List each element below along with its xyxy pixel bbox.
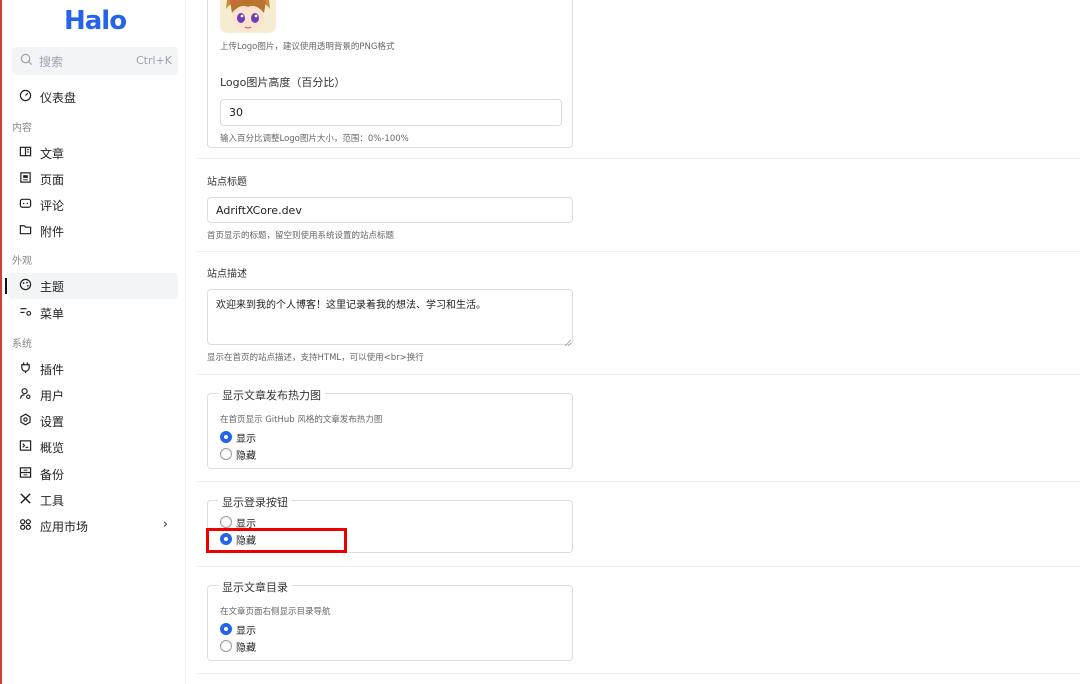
gear-icon	[18, 413, 32, 427]
menu-settings-icon	[18, 305, 32, 319]
archive-icon	[18, 466, 32, 480]
sidebar-item-label: 插件	[40, 363, 65, 377]
logo-settings-card: 上传Logo图片，建议使用透明背景的PNG格式 Logo图片高度（百分比） 30…	[207, 0, 573, 148]
comment-icon	[18, 197, 32, 211]
sidebar-item-dashboard[interactable]: 仪表盘	[8, 84, 178, 110]
site-desc-label: 站点描述	[207, 269, 247, 280]
search-box[interactable]: 搜索 Ctrl+K	[12, 47, 178, 75]
heatmap-fieldset: 显示文章发布热力图 在首页显示 GitHub 风格的文章发布热力图 显示 隐藏	[207, 387, 573, 469]
divider	[197, 566, 1080, 567]
radio-unchecked-icon[interactable]	[220, 640, 232, 652]
sidebar-item-settings[interactable]: 设置	[8, 408, 178, 434]
radio-label: 显示	[236, 434, 256, 445]
radio-unchecked-icon[interactable]	[220, 448, 232, 460]
site-title-input[interactable]: AdriftXCore.dev	[207, 197, 573, 223]
group-label-content: 内容	[12, 123, 32, 134]
toc-help: 在文章页面右侧显示目录导航	[220, 607, 331, 617]
logo-preview-image[interactable]	[220, 0, 276, 33]
sidebar-item-backup[interactable]: 备份	[8, 461, 178, 487]
chevron-right-icon: ›	[162, 517, 168, 532]
page-icon	[18, 171, 32, 185]
sidebar-item-pages[interactable]: 页面	[8, 166, 178, 192]
folder-icon	[18, 223, 32, 237]
gauge-icon	[18, 89, 32, 103]
theme-settings-form: 上传Logo图片，建议使用透明背景的PNG格式 Logo图片高度（百分比） 30…	[197, 0, 1080, 684]
site-desc-textarea[interactable]: 欢迎来到我的个人博客！这里记录着我的想法、学习和生活。	[207, 289, 573, 345]
group-label-appearance: 外观	[12, 256, 32, 267]
plug-icon	[18, 361, 32, 375]
toc-legend: 显示文章目录	[218, 579, 292, 595]
sidebar-item-label: 附件	[40, 225, 65, 239]
radio-checked-icon[interactable]	[220, 431, 232, 443]
search-placeholder: 搜索	[39, 55, 64, 69]
radio-label: 显示	[236, 626, 256, 637]
sidebar-item-label: 文章	[40, 147, 65, 161]
site-title-label: 站点标题	[207, 177, 247, 188]
logo-height-label: Logo图片高度（百分比）	[220, 76, 346, 89]
divider	[197, 481, 1080, 482]
sidebar-item-label: 备份	[40, 468, 65, 482]
search-icon	[20, 53, 36, 69]
sidebar-item-comments[interactable]: 评论	[8, 192, 178, 218]
site-desc-help: 显示在首页的站点描述，支持HTML，可以使用<br>换行	[207, 353, 424, 363]
logo-height-help: 输入百分比调整Logo图片大小，范围：0%-100%	[220, 134, 409, 144]
resize-handle-icon[interactable]	[564, 336, 572, 347]
logo-height-input[interactable]: 30	[220, 99, 562, 126]
sidebar-item-label: 菜单	[40, 307, 65, 321]
sidebar-item-market[interactable]: 应用市场 ›	[8, 513, 178, 539]
sidebar: Halo 搜索 Ctrl+K 仪表盘 内容 文章 页面 评论 附件 外观 主题 …	[0, 0, 186, 684]
sidebar-item-label: 仪表盘	[40, 91, 77, 105]
sidebar-item-attachments[interactable]: 附件	[8, 218, 178, 244]
apps-grid-icon	[18, 518, 32, 532]
sidebar-item-label: 应用市场	[40, 520, 89, 534]
logo-upload-help: 上传Logo图片，建议使用透明背景的PNG格式	[220, 42, 395, 52]
palette-icon	[18, 278, 32, 292]
sidebar-item-label: 用户	[40, 389, 65, 403]
sidebar-item-label: 设置	[40, 415, 65, 429]
group-label-system: 系统	[12, 339, 32, 350]
toc-fieldset: 显示文章目录 在文章页面右侧显示目录导航 显示 隐藏	[207, 579, 573, 661]
divider	[197, 673, 1080, 674]
sidebar-item-label: 概览	[40, 441, 65, 455]
sidebar-item-overview[interactable]: 概览	[8, 434, 178, 460]
search-shortcut: Ctrl+K	[135, 54, 172, 67]
radio-label: 隐藏	[236, 451, 256, 462]
terminal-icon	[18, 439, 32, 453]
heatmap-help: 在首页显示 GitHub 风格的文章发布热力图	[220, 415, 383, 425]
site-title-help: 首页显示的标题，留空则使用系统设置的站点标题	[207, 231, 395, 241]
sidebar-item-label: 页面	[40, 173, 65, 187]
sidebar-item-label: 主题	[40, 280, 65, 294]
divider	[197, 251, 1080, 252]
user-icon	[18, 387, 32, 401]
radio-label: 隐藏	[236, 643, 256, 654]
sidebar-item-menus[interactable]: 菜单	[8, 300, 178, 326]
halo-logo[interactable]: Halo	[64, 6, 127, 36]
heatmap-legend: 显示文章发布热力图	[218, 387, 325, 403]
divider	[197, 374, 1080, 375]
sidebar-item-themes[interactable]: 主题	[5, 273, 178, 299]
sidebar-item-label: 评论	[40, 199, 65, 213]
sidebar-item-tools[interactable]: 工具	[8, 487, 178, 513]
sidebar-item-label: 工具	[40, 494, 65, 508]
sidebar-item-plugins[interactable]: 插件	[8, 356, 178, 382]
radio-checked-icon[interactable]	[220, 623, 232, 635]
login-button-legend: 显示登录按钮	[218, 494, 292, 510]
book-icon	[18, 145, 32, 159]
divider	[197, 158, 1080, 159]
highlight-annotation	[206, 528, 347, 553]
tools-icon	[18, 492, 32, 506]
sidebar-item-posts[interactable]: 文章	[8, 140, 178, 166]
sidebar-item-users[interactable]: 用户	[8, 382, 178, 408]
radio-unchecked-icon[interactable]	[220, 516, 232, 528]
